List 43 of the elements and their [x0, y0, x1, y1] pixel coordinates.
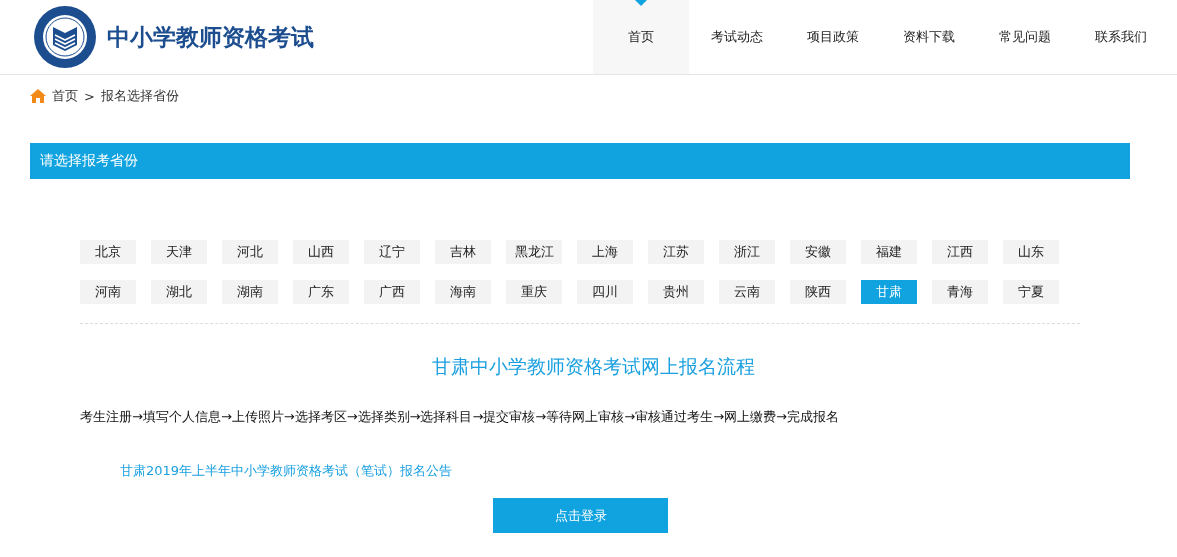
province-button[interactable]: 辽宁 — [364, 240, 420, 264]
province-button[interactable]: 湖南 — [222, 280, 278, 304]
province-button[interactable]: 四川 — [577, 280, 633, 304]
province-button[interactable]: 北京 — [80, 240, 136, 264]
province-button[interactable]: 福建 — [861, 240, 917, 264]
nav-tab[interactable]: 资料下载 — [881, 0, 977, 74]
province-button[interactable]: 山东 — [1003, 240, 1059, 264]
process-title: 甘肃中小学教师资格考试网上报名流程 — [431, 354, 756, 379]
province-button[interactable]: 海南 — [435, 280, 491, 304]
province-button[interactable]: 重庆 — [506, 280, 562, 304]
section-header: 请选择报考省份 — [30, 143, 1130, 179]
province-button[interactable]: 广西 — [364, 280, 420, 304]
province-button[interactable]: 宁夏 — [1003, 280, 1059, 304]
site-title: 中小学教师资格考试 — [107, 22, 314, 52]
province-button[interactable]: 湖北 — [151, 280, 207, 304]
province-button[interactable]: 江苏 — [648, 240, 704, 264]
logo-icon — [33, 5, 97, 69]
province-button[interactable]: 贵州 — [648, 280, 704, 304]
province-button[interactable]: 青海 — [932, 280, 988, 304]
province-button[interactable]: 吉林 — [435, 240, 491, 264]
breadcrumb-separator: > — [84, 88, 95, 104]
province-button[interactable]: 上海 — [577, 240, 633, 264]
province-button[interactable]: 黑龙江 — [506, 240, 562, 264]
active-indicator-icon — [635, 0, 647, 6]
province-button[interactable]: 河南 — [80, 280, 136, 304]
province-button[interactable]: 天津 — [151, 240, 207, 264]
nav-tab[interactable]: 首页 — [593, 0, 689, 74]
province-button[interactable]: 浙江 — [719, 240, 775, 264]
nav-tab[interactable]: 常见问题 — [977, 0, 1073, 74]
nav-tab[interactable]: 考试动态 — [689, 0, 785, 74]
home-icon — [30, 89, 46, 103]
breadcrumb-current: 报名选择省份 — [100, 87, 179, 105]
nav-tab[interactable]: 联系我们 — [1073, 0, 1169, 74]
province-button[interactable]: 云南 — [719, 280, 775, 304]
province-button[interactable]: 江西 — [932, 240, 988, 264]
breadcrumb-link[interactable]: 首页 — [52, 87, 78, 105]
province-button[interactable]: 山西 — [293, 240, 349, 264]
province-button[interactable]: 广东 — [293, 280, 349, 304]
province-button[interactable]: 安徽 — [790, 240, 846, 264]
province-button[interactable]: 河北 — [222, 240, 278, 264]
process-steps: 考生注册→填写个人信息→上传照片→选择考区→选择类别→选择科目→提交审核→等待网上审核→审核通过考生→网上缴费→完成报名 — [80, 408, 1177, 426]
nav-tab[interactable]: 项目政策 — [785, 0, 881, 74]
province-button[interactable]: 陕西 — [790, 280, 846, 304]
